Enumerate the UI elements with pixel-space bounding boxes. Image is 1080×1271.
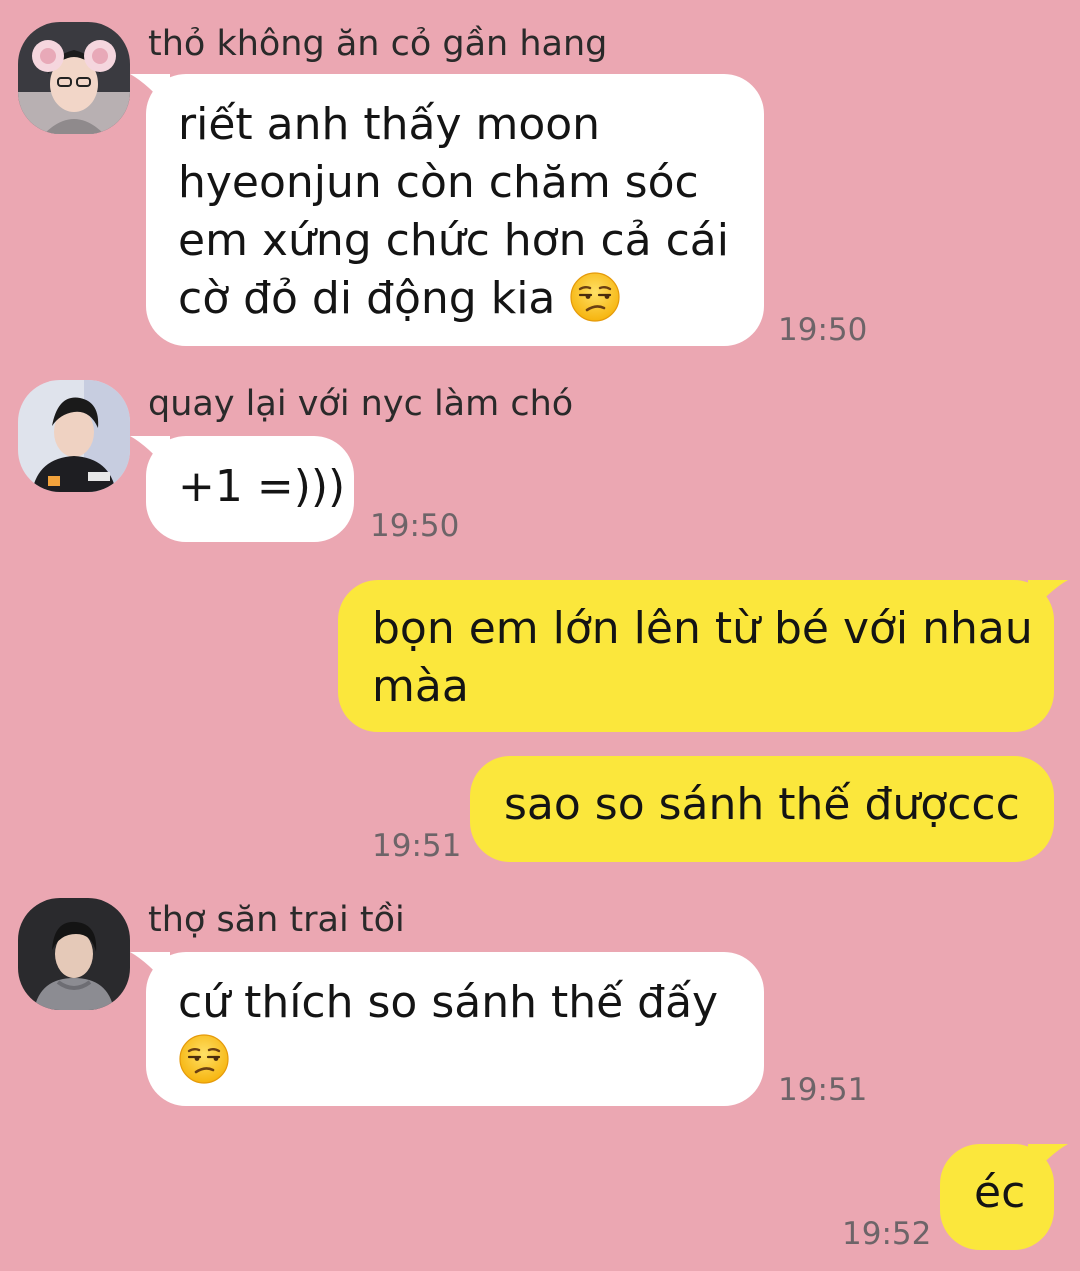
sender-name: quay lại với nyc làm chó <box>148 384 574 424</box>
message-bubble[interactable]: sao so sánh thế đượccc <box>470 756 1054 862</box>
message-timestamp: 19:50 <box>370 508 460 544</box>
message-line: hyeonjun còn chăm sóc <box>178 157 699 208</box>
message-line: cứ thích so sánh thế đấy <box>178 977 719 1028</box>
message-bubble[interactable]: cứ thích so sánh thế đấy <box>130 952 764 1106</box>
bubble-tail <box>130 436 170 472</box>
message-bubble[interactable]: riết anh thấy moon hyeonjun còn chăm sóc… <box>130 74 764 346</box>
bubble-tail <box>1028 580 1068 616</box>
unamused-face-emoji <box>569 271 621 323</box>
message-bubble[interactable]: +1 =))) <box>130 436 354 542</box>
message-line: bọn em lớn lên từ bé với nhau <box>372 603 1033 654</box>
message-line: +1 =))) <box>178 461 346 512</box>
message-line: éc <box>974 1167 1026 1218</box>
message-line: sao so sánh thế đượccc <box>504 779 1020 830</box>
avatar-icon[interactable] <box>18 380 130 492</box>
avatar-icon[interactable] <box>18 22 130 134</box>
unamused-face-emoji <box>178 1033 230 1085</box>
message-timestamp: 19:52 <box>842 1216 932 1252</box>
message-timestamp: 19:50 <box>778 312 868 348</box>
message-line: màa <box>372 661 469 712</box>
message-bubble[interactable]: éc <box>940 1144 1068 1250</box>
bubble-tail <box>1028 1144 1068 1180</box>
message-bubble[interactable]: bọn em lớn lên từ bé với nhau màa <box>338 580 1068 732</box>
sender-name: thỏ không ăn cỏ gần hang <box>148 24 608 64</box>
message-timestamp: 19:51 <box>372 828 462 864</box>
message-timestamp: 19:51 <box>778 1072 868 1108</box>
message-line: em xứng chức hơn cả cái <box>178 215 729 266</box>
bubble-tail <box>130 74 170 110</box>
bubble-tail <box>130 952 170 988</box>
sender-name: thợ săn trai tồi <box>148 900 405 940</box>
message-line: riết anh thấy moon <box>178 99 601 150</box>
avatar-icon[interactable] <box>18 898 130 1010</box>
message-line: cờ đỏ di động kia <box>178 273 556 324</box>
